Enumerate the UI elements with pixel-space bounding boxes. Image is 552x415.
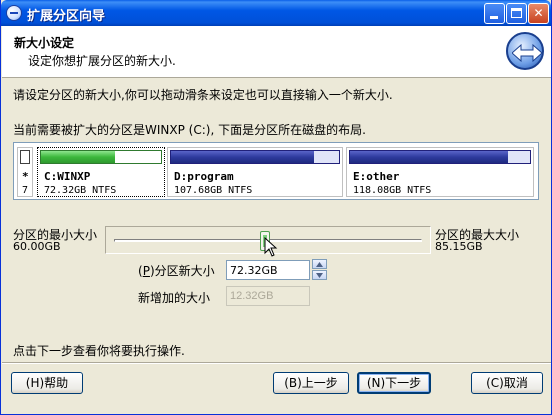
partition-size: 118.08GB NTFS — [353, 185, 432, 196]
minimize-button[interactable] — [484, 3, 505, 24]
maximize-icon — [511, 8, 522, 18]
back-button[interactable]: (B)上一步 — [273, 372, 349, 394]
cancel-button[interactable]: (C)取消 — [471, 372, 543, 394]
partition-usage-fill — [41, 151, 116, 163]
disk-layout-map: * 7 C:WINXP 72.32GB NTFS D:program 107.6… — [13, 142, 539, 200]
title-bar[interactable]: 扩展分区向导 ✕ — [1, 0, 551, 26]
partition-d[interactable]: D:program 107.68GB NTFS — [167, 147, 343, 197]
partition-unallocated[interactable]: * 7 — [17, 147, 33, 197]
added-size-field — [226, 286, 310, 306]
partition-e[interactable]: E:other 118.08GB NTFS — [346, 147, 534, 197]
new-size-label-text: 分区新大小 — [154, 264, 215, 278]
help-button[interactable]: (H)帮助 — [11, 372, 83, 394]
decrease-size-button[interactable] — [312, 270, 327, 280]
footer-divider — [2, 362, 551, 364]
partition-usage-fill — [171, 151, 314, 163]
partition-name: E:other — [353, 170, 400, 183]
page-title: 新大小设定 — [14, 36, 75, 50]
partition-size: 7 — [22, 185, 29, 196]
partition-usage-bar — [170, 150, 340, 164]
min-size-value: 60.00GB — [13, 240, 61, 253]
next-button[interactable]: (N)下一步 — [357, 372, 431, 394]
window-title: 扩展分区向导 — [27, 9, 106, 24]
partition-name: * — [22, 170, 29, 183]
maximize-button[interactable] — [506, 3, 527, 24]
new-size-input[interactable] — [226, 260, 310, 280]
partition-c[interactable]: C:WINXP 72.32GB NTFS — [37, 147, 165, 197]
app-icon — [6, 5, 22, 21]
partition-usage-bar — [349, 150, 531, 164]
chevron-down-icon — [316, 273, 323, 278]
minimize-icon — [490, 16, 498, 19]
added-size-label: 新增加的大小 — [138, 291, 211, 305]
close-icon: ✕ — [533, 6, 544, 20]
partition-usage-bar — [20, 150, 30, 164]
new-size-label: (P)分区新大小 — [138, 264, 215, 278]
mouse-cursor-icon — [264, 237, 278, 257]
page-subtitle: 设定你想扩展分区的新大小. — [28, 54, 176, 68]
chevron-up-icon — [316, 262, 323, 267]
instruction-text: 请设定分区的新大小,你可以拖动滑条来设定也可以直接输入一个新大小. — [13, 88, 393, 102]
partition-usage-fill — [350, 151, 509, 163]
footer-hint: 点击下一步查看你将要执行操作. — [13, 344, 185, 358]
resize-arrows-icon — [506, 32, 544, 70]
partition-name: C:WINXP — [44, 170, 91, 183]
close-button[interactable]: ✕ — [528, 3, 549, 24]
increase-size-button[interactable] — [312, 259, 327, 269]
max-size-value: 85.15GB — [435, 240, 483, 253]
partition-size: 72.32GB NTFS — [44, 185, 117, 196]
wizard-header: 新大小设定 设定你想扩展分区的新大小. — [2, 26, 551, 78]
partition-size: 107.68GB NTFS — [174, 185, 253, 196]
partition-name: D:program — [174, 170, 234, 183]
new-size-hotkey: P — [142, 264, 150, 278]
size-slider[interactable] — [105, 226, 431, 257]
current-partition-text: 当前需要被扩大的分区是WINXP (C:), 下面是分区所在磁盘的布局. — [13, 123, 366, 137]
partition-usage-bar — [40, 150, 162, 164]
wizard-window: 扩展分区向导 ✕ 新大小设定 设定你想扩展分区的新大小. 请设定分区的新大小,你… — [0, 0, 552, 415]
